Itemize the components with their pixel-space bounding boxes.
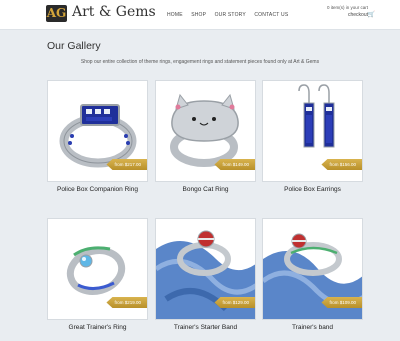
cart-summary[interactable]: 0 item(s) in your cart xyxy=(327,5,368,10)
product-name[interactable]: Trainer's band xyxy=(262,324,363,331)
product-name[interactable]: Police Box Earrings xyxy=(262,186,363,193)
price-tag: from $217.00 xyxy=(106,159,147,170)
product-name[interactable]: Police Box Companion Ring xyxy=(47,186,148,193)
product-name[interactable]: Bongo Cat Ring xyxy=(155,186,256,193)
nav-our-story[interactable]: OUR STORY xyxy=(215,12,246,18)
price-tag: from $156.00 xyxy=(321,159,362,170)
shopping-cart-icon[interactable]: 🛒 xyxy=(368,11,375,18)
page-title: Our Gallery xyxy=(47,40,101,52)
site-header: AG Art & Gems HOME SHOP OUR STORY CONTAC… xyxy=(0,0,400,30)
brand-name[interactable]: Art & Gems xyxy=(72,4,156,20)
product-card[interactable]: from $109.00 xyxy=(262,218,363,320)
product-card[interactable]: from $156.00 xyxy=(262,80,363,182)
product-card[interactable]: from $149.00 xyxy=(155,80,256,182)
product-card[interactable]: from $217.00 xyxy=(47,80,148,182)
product-name[interactable]: Great Trainer's Ring xyxy=(47,324,148,331)
page-subtitle: Shop our entire collection of theme ring… xyxy=(80,59,320,65)
price-tag: from $129.00 xyxy=(214,297,255,308)
brand-logo[interactable]: AG xyxy=(46,5,67,22)
product-name[interactable]: Trainer's Starter Band xyxy=(155,324,256,331)
nav-home[interactable]: HOME xyxy=(167,12,183,18)
checkout-link[interactable]: checkout xyxy=(348,12,368,18)
product-card[interactable]: from $129.00 xyxy=(155,218,256,320)
price-tag: from $219.00 xyxy=(106,297,147,308)
nav-shop[interactable]: SHOP xyxy=(191,12,206,18)
nav-contact-us[interactable]: CONTACT US xyxy=(254,12,288,18)
product-card[interactable]: from $219.00 xyxy=(47,218,148,320)
price-tag: from $149.00 xyxy=(214,159,255,170)
price-tag: from $109.00 xyxy=(321,297,362,308)
main-nav: HOME SHOP OUR STORY CONTACT US xyxy=(167,12,295,18)
